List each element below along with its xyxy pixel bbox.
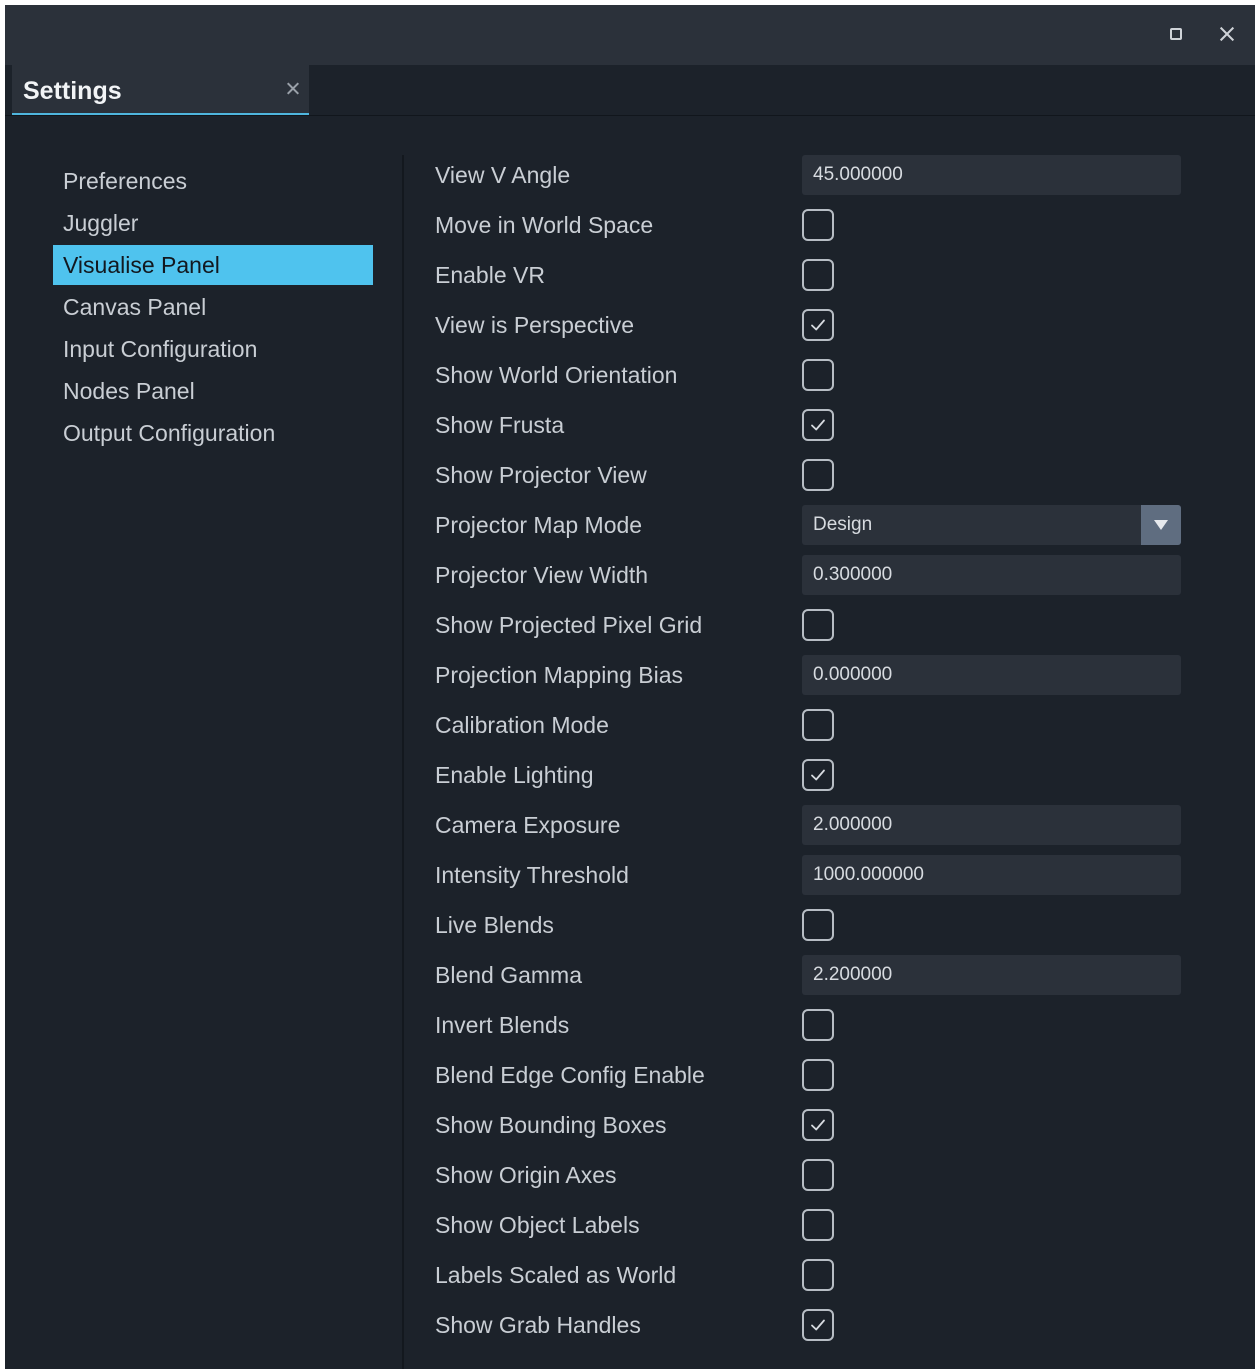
projector-map-mode-dropdown[interactable]: Design [802, 505, 1181, 545]
setting-row-move-in-world-space: Move in World Space [5, 205, 1255, 255]
setting-label: Show Projector View [435, 462, 647, 488]
maximize-icon [1170, 28, 1182, 40]
setting-label: Live Blends [435, 912, 554, 938]
setting-row-show-projector-view: Show Projector View [5, 455, 1255, 505]
setting-label: Show Grab Handles [435, 1312, 641, 1338]
setting-row-projection-mapping-bias: Projection Mapping Bias 0.000000 [5, 655, 1255, 705]
checkmark-icon [808, 1315, 828, 1335]
dropdown-value: Design [813, 514, 873, 535]
setting-label: View is Perspective [435, 312, 634, 338]
setting-row-projector-view-width: Projector View Width 0.300000 [5, 555, 1255, 605]
projection-mapping-bias-input[interactable]: 0.000000 [802, 655, 1181, 695]
move-in-world-space-checkbox[interactable] [802, 209, 834, 241]
close-window-button[interactable] [1212, 19, 1242, 49]
blend-edge-config-enable-checkbox[interactable] [802, 1059, 834, 1091]
show-bounding-boxes-checkbox[interactable] [802, 1109, 834, 1141]
setting-label: Calibration Mode [435, 712, 609, 738]
live-blends-checkbox[interactable] [802, 909, 834, 941]
view-is-perspective-checkbox[interactable] [802, 309, 834, 341]
setting-label: Intensity Threshold [435, 862, 629, 888]
setting-label: Move in World Space [435, 212, 654, 238]
setting-row-live-blends: Live Blends [5, 905, 1255, 955]
tab-settings[interactable]: Settings [12, 65, 309, 115]
invert-blends-checkbox[interactable] [802, 1009, 834, 1041]
setting-row-labels-scaled-as-world: Labels Scaled as World [5, 1255, 1255, 1305]
setting-label: Blend Gamma [435, 962, 583, 988]
show-grab-handles-checkbox[interactable] [802, 1309, 834, 1341]
setting-row-show-frusta: Show Frusta [5, 405, 1255, 455]
setting-label: Blend Edge Config Enable [435, 1062, 705, 1088]
setting-label: Show Projected Pixel Grid [435, 612, 703, 638]
setting-row-blend-edge-config-enable: Blend Edge Config Enable [5, 1055, 1255, 1105]
setting-row-enable-lighting: Enable Lighting [5, 755, 1255, 805]
setting-row-camera-exposure: Camera Exposure 2.000000 [5, 805, 1255, 855]
setting-label: Enable VR [435, 262, 545, 288]
tab-title: Settings [23, 77, 122, 105]
setting-label: Enable Lighting [435, 762, 594, 788]
setting-label: Projector View Width [435, 562, 649, 588]
show-projector-view-checkbox[interactable] [802, 459, 834, 491]
setting-row-show-projected-pixel-grid: Show Projected Pixel Grid [5, 605, 1255, 655]
setting-row-show-grab-handles: Show Grab Handles [5, 1305, 1255, 1355]
setting-label: Projector Map Mode [435, 512, 643, 538]
show-projected-pixel-grid-checkbox[interactable] [802, 609, 834, 641]
maximize-button[interactable] [1161, 19, 1191, 49]
setting-row-view-is-perspective: View is Perspective [5, 305, 1255, 355]
setting-row-projector-map-mode: Projector Map Mode Design [5, 505, 1255, 555]
settings-window: Settings Preferences Juggler Visualise Pan… [5, 5, 1255, 1369]
camera-exposure-input[interactable]: 2.000000 [802, 805, 1181, 845]
title-bar [5, 5, 1255, 65]
setting-label: View V Angle [435, 162, 571, 188]
setting-label: Camera Exposure [435, 812, 621, 838]
intensity-threshold-input[interactable]: 1000.000000 [802, 855, 1181, 895]
setting-row-show-world-orientation: Show World Orientation [5, 355, 1255, 405]
checkmark-icon [808, 315, 828, 335]
projector-view-width-input[interactable]: 0.300000 [802, 555, 1181, 595]
setting-row-invert-blends: Invert Blends [5, 1005, 1255, 1055]
enable-lighting-checkbox[interactable] [802, 759, 834, 791]
setting-label: Labels Scaled as World [435, 1262, 677, 1288]
setting-label: Invert Blends [435, 1012, 570, 1038]
setting-row-show-bounding-boxes: Show Bounding Boxes [5, 1105, 1255, 1155]
checkmark-icon [808, 415, 828, 435]
labels-scaled-as-world-checkbox[interactable] [802, 1259, 834, 1291]
blend-gamma-input[interactable]: 2.200000 [802, 955, 1181, 995]
setting-row-intensity-threshold: Intensity Threshold 1000.000000 [5, 855, 1255, 905]
setting-row-show-origin-axes: Show Origin Axes [5, 1155, 1255, 1205]
show-frusta-checkbox[interactable] [802, 409, 834, 441]
setting-label: Show Bounding Boxes [435, 1112, 667, 1138]
tab-close-icon[interactable] [284, 80, 302, 98]
enable-vr-checkbox[interactable] [802, 259, 834, 291]
show-world-orientation-checkbox[interactable] [802, 359, 834, 391]
setting-label: Show Origin Axes [435, 1162, 617, 1188]
checkmark-icon [808, 765, 828, 785]
calibration-mode-checkbox[interactable] [802, 709, 834, 741]
checkmark-icon [808, 1115, 828, 1135]
show-object-labels-checkbox[interactable] [802, 1209, 834, 1241]
show-origin-axes-checkbox[interactable] [802, 1159, 834, 1191]
setting-label: Projection Mapping Bias [435, 662, 684, 688]
setting-label: Show World Orientation [435, 362, 678, 388]
setting-row-blend-gamma: Blend Gamma 2.200000 [5, 955, 1255, 1005]
setting-row-calibration-mode: Calibration Mode [5, 705, 1255, 755]
setting-label: Show Frusta [435, 412, 565, 438]
tab-strip: Settings [5, 65, 1255, 116]
view-v-angle-input[interactable]: 45.000000 [802, 155, 1181, 195]
setting-label: Show Object Labels [435, 1212, 640, 1238]
setting-row-show-object-labels: Show Object Labels [5, 1205, 1255, 1255]
setting-row-view-v-angle: View V Angle 45.000000 [5, 155, 1255, 205]
close-icon [1218, 25, 1236, 43]
chevron-down-icon[interactable] [1141, 505, 1181, 545]
setting-row-enable-vr: Enable VR [5, 255, 1255, 305]
